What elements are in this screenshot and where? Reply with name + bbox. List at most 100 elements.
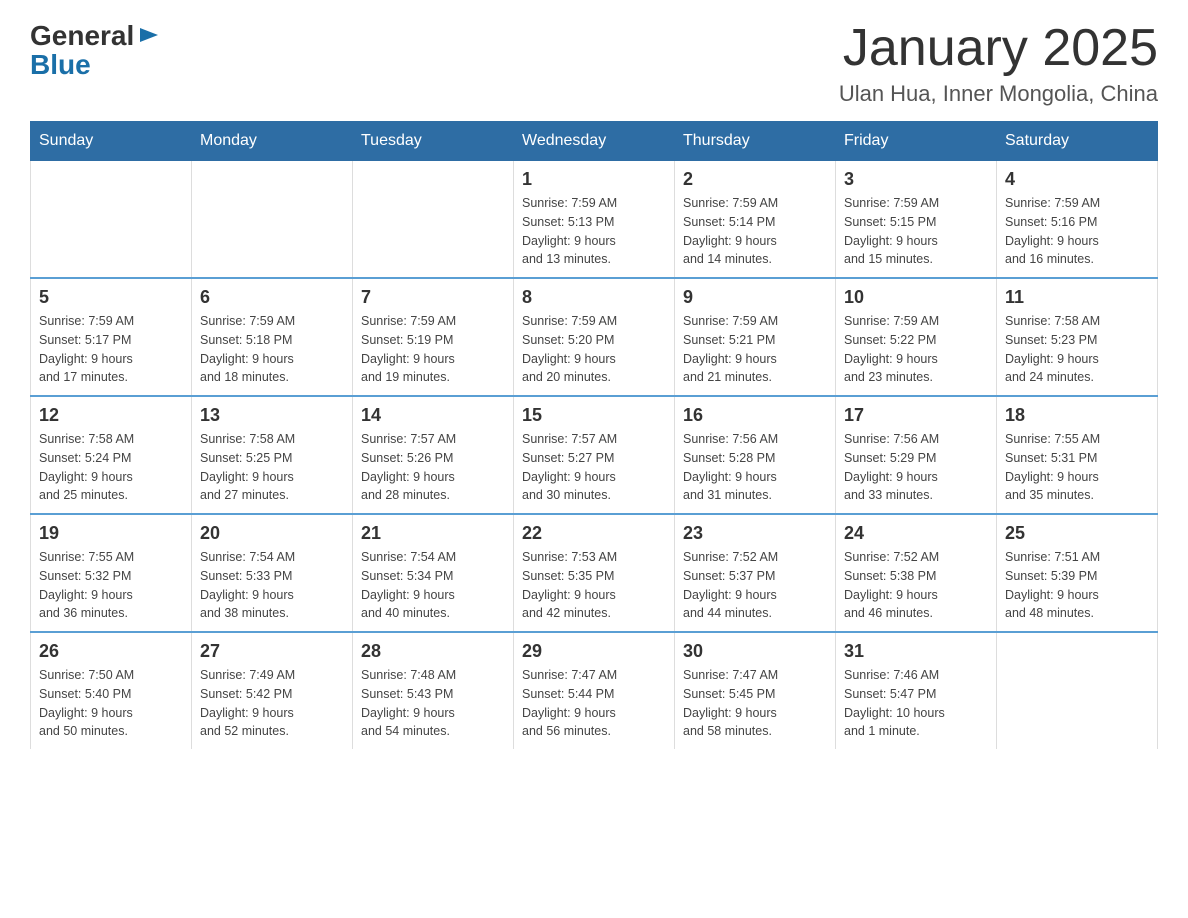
calendar-cell: 18 Sunrise: 7:55 AMSunset: 5:31 PMDayligh… <box>997 396 1158 514</box>
day-info: Sunrise: 7:56 AMSunset: 5:28 PMDaylight:… <box>683 430 827 505</box>
day-info: Sunrise: 7:59 AMSunset: 5:21 PMDaylight:… <box>683 312 827 387</box>
page-header: General Blue January 2025 Ulan Hua, Inne… <box>30 20 1158 107</box>
day-number: 18 <box>1005 405 1149 426</box>
day-number: 1 <box>522 169 666 190</box>
day-info: Sunrise: 7:56 AMSunset: 5:29 PMDaylight:… <box>844 430 988 505</box>
calendar-week-1: 1 Sunrise: 7:59 AMSunset: 5:13 PMDaylight… <box>31 161 1158 279</box>
calendar-cell: 29Sunrise: 7:47 AMSunset: 5:44 PMDayligh… <box>514 632 675 749</box>
title-block: January 2025 Ulan Hua, Inner Mongolia, C… <box>839 20 1158 107</box>
day-number: 26 <box>39 641 183 662</box>
weekday-header-sunday: Sunday <box>31 122 192 161</box>
day-info: Sunrise: 7:59 AMSunset: 5:14 PMDaylight:… <box>683 194 827 269</box>
day-number: 16 <box>683 405 827 426</box>
logo: General Blue <box>30 20 160 79</box>
day-info: Sunrise: 7:59 AMSunset: 5:13 PMDaylight:… <box>522 194 666 269</box>
weekday-header-tuesday: Tuesday <box>353 122 514 161</box>
day-info: Sunrise: 7:53 AMSunset: 5:35 PMDaylight:… <box>522 548 666 623</box>
day-info: Sunrise: 7:59 AMSunset: 5:16 PMDaylight:… <box>1005 194 1149 269</box>
day-number: 2 <box>683 169 827 190</box>
calendar-cell: 19 Sunrise: 7:55 AMSunset: 5:32 PMDayligh… <box>31 514 192 632</box>
day-number: 23 <box>683 523 827 544</box>
calendar-cell: 11 Sunrise: 7:58 AMSunset: 5:23 PMDayligh… <box>997 278 1158 396</box>
day-number: 11 <box>1005 287 1149 308</box>
day-number: 19 <box>39 523 183 544</box>
calendar-cell: 14 Sunrise: 7:57 AMSunset: 5:26 PMDayligh… <box>353 396 514 514</box>
weekday-header-friday: Friday <box>836 122 997 161</box>
calendar-cell: 8 Sunrise: 7:59 AMSunset: 5:20 PMDaylight… <box>514 278 675 396</box>
calendar-cell: 26Sunrise: 7:50 AMSunset: 5:40 PMDayligh… <box>31 632 192 749</box>
day-info: Sunrise: 7:58 AMSunset: 5:25 PMDaylight:… <box>200 430 344 505</box>
day-info: Sunrise: 7:58 AMSunset: 5:24 PMDaylight:… <box>39 430 183 505</box>
day-info: Sunrise: 7:47 AMSunset: 5:45 PMDaylight:… <box>683 666 827 741</box>
calendar-cell: 31 Sunrise: 7:46 AMSunset: 5:47 PMDayligh… <box>836 632 997 749</box>
month-title: January 2025 <box>839 20 1158 77</box>
day-number: 14 <box>361 405 505 426</box>
day-info: Sunrise: 7:49 AMSunset: 5:42 PMDaylight:… <box>200 666 344 741</box>
calendar-cell: 20Sunrise: 7:54 AMSunset: 5:33 PMDayligh… <box>192 514 353 632</box>
day-info: Sunrise: 7:57 AMSunset: 5:26 PMDaylight:… <box>361 430 505 505</box>
calendar-cell: 15 Sunrise: 7:57 AMSunset: 5:27 PMDayligh… <box>514 396 675 514</box>
logo-general-text: General <box>30 22 134 50</box>
day-info: Sunrise: 7:55 AMSunset: 5:31 PMDaylight:… <box>1005 430 1149 505</box>
weekday-header-wednesday: Wednesday <box>514 122 675 161</box>
weekday-header-row: SundayMondayTuesdayWednesdayThursdayFrid… <box>31 122 1158 161</box>
calendar-cell: 17 Sunrise: 7:56 AMSunset: 5:29 PMDayligh… <box>836 396 997 514</box>
calendar-cell: 3 Sunrise: 7:59 AMSunset: 5:15 PMDaylight… <box>836 161 997 279</box>
weekday-header-saturday: Saturday <box>997 122 1158 161</box>
calendar-cell <box>353 161 514 279</box>
day-number: 12 <box>39 405 183 426</box>
calendar-cell: 16 Sunrise: 7:56 AMSunset: 5:28 PMDayligh… <box>675 396 836 514</box>
calendar-week-3: 12 Sunrise: 7:58 AMSunset: 5:24 PMDayligh… <box>31 396 1158 514</box>
day-number: 20 <box>200 523 344 544</box>
calendar-cell <box>997 632 1158 749</box>
calendar-cell: 23 Sunrise: 7:52 AMSunset: 5:37 PMDayligh… <box>675 514 836 632</box>
weekday-header-monday: Monday <box>192 122 353 161</box>
day-info: Sunrise: 7:52 AMSunset: 5:38 PMDaylight:… <box>844 548 988 623</box>
calendar-table: SundayMondayTuesdayWednesdayThursdayFrid… <box>30 121 1158 749</box>
day-info: Sunrise: 7:57 AMSunset: 5:27 PMDaylight:… <box>522 430 666 505</box>
day-number: 13 <box>200 405 344 426</box>
calendar-cell: 24 Sunrise: 7:52 AMSunset: 5:38 PMDayligh… <box>836 514 997 632</box>
day-info: Sunrise: 7:54 AMSunset: 5:34 PMDaylight:… <box>361 548 505 623</box>
day-number: 3 <box>844 169 988 190</box>
logo-blue-text: Blue <box>30 51 91 79</box>
day-number: 10 <box>844 287 988 308</box>
calendar-week-4: 19 Sunrise: 7:55 AMSunset: 5:32 PMDayligh… <box>31 514 1158 632</box>
day-info: Sunrise: 7:59 AMSunset: 5:18 PMDaylight:… <box>200 312 344 387</box>
day-number: 25 <box>1005 523 1149 544</box>
day-number: 9 <box>683 287 827 308</box>
calendar-cell: 22Sunrise: 7:53 AMSunset: 5:35 PMDayligh… <box>514 514 675 632</box>
calendar-cell: 2 Sunrise: 7:59 AMSunset: 5:14 PMDaylight… <box>675 161 836 279</box>
day-info: Sunrise: 7:51 AMSunset: 5:39 PMDaylight:… <box>1005 548 1149 623</box>
day-number: 4 <box>1005 169 1149 190</box>
day-info: Sunrise: 7:59 AMSunset: 5:22 PMDaylight:… <box>844 312 988 387</box>
day-number: 17 <box>844 405 988 426</box>
logo-arrow-icon <box>138 24 160 46</box>
day-number: 28 <box>361 641 505 662</box>
day-number: 15 <box>522 405 666 426</box>
day-info: Sunrise: 7:46 AMSunset: 5:47 PMDaylight:… <box>844 666 988 741</box>
calendar-cell: 30Sunrise: 7:47 AMSunset: 5:45 PMDayligh… <box>675 632 836 749</box>
day-number: 6 <box>200 287 344 308</box>
day-info: Sunrise: 7:55 AMSunset: 5:32 PMDaylight:… <box>39 548 183 623</box>
calendar-cell: 10 Sunrise: 7:59 AMSunset: 5:22 PMDayligh… <box>836 278 997 396</box>
location-text: Ulan Hua, Inner Mongolia, China <box>839 81 1158 107</box>
calendar-cell: 12 Sunrise: 7:58 AMSunset: 5:24 PMDayligh… <box>31 396 192 514</box>
day-info: Sunrise: 7:47 AMSunset: 5:44 PMDaylight:… <box>522 666 666 741</box>
day-info: Sunrise: 7:59 AMSunset: 5:19 PMDaylight:… <box>361 312 505 387</box>
calendar-cell: 7 Sunrise: 7:59 AMSunset: 5:19 PMDaylight… <box>353 278 514 396</box>
day-info: Sunrise: 7:48 AMSunset: 5:43 PMDaylight:… <box>361 666 505 741</box>
day-info: Sunrise: 7:52 AMSunset: 5:37 PMDaylight:… <box>683 548 827 623</box>
day-info: Sunrise: 7:58 AMSunset: 5:23 PMDaylight:… <box>1005 312 1149 387</box>
day-number: 7 <box>361 287 505 308</box>
calendar-cell: 6 Sunrise: 7:59 AMSunset: 5:18 PMDaylight… <box>192 278 353 396</box>
day-number: 8 <box>522 287 666 308</box>
day-number: 24 <box>844 523 988 544</box>
calendar-cell: 5Sunrise: 7:59 AMSunset: 5:17 PMDaylight… <box>31 278 192 396</box>
day-info: Sunrise: 7:59 AMSunset: 5:20 PMDaylight:… <box>522 312 666 387</box>
day-number: 31 <box>844 641 988 662</box>
day-number: 5 <box>39 287 183 308</box>
calendar-cell <box>192 161 353 279</box>
calendar-week-5: 26Sunrise: 7:50 AMSunset: 5:40 PMDayligh… <box>31 632 1158 749</box>
day-info: Sunrise: 7:59 AMSunset: 5:15 PMDaylight:… <box>844 194 988 269</box>
